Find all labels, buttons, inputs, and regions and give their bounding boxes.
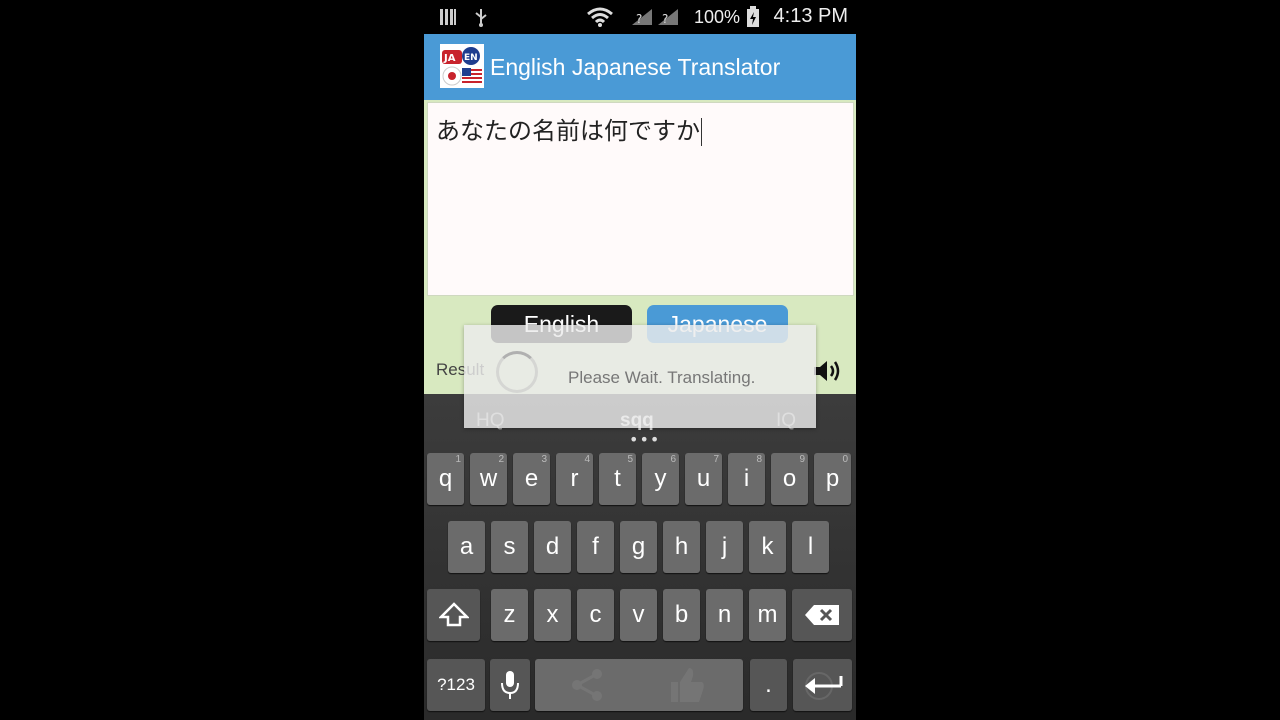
key-hint: 9 <box>799 454 805 465</box>
action-bar: JA EN English Japanese Translator <box>424 34 856 100</box>
text-caret <box>701 118 702 146</box>
speaker-icon[interactable] <box>812 358 842 384</box>
key-hint: 0 <box>842 454 848 465</box>
key-hint: 3 <box>541 454 547 465</box>
key-g[interactable]: g <box>620 521 657 573</box>
key-hint: 2 <box>498 454 504 465</box>
key-f[interactable]: f <box>577 521 614 573</box>
key-label: r <box>570 465 579 492</box>
battery-charging-icon <box>745 6 761 28</box>
key-w[interactable]: w2 <box>470 453 507 505</box>
more-suggestions-icon[interactable]: ••• <box>629 430 660 449</box>
space-bar[interactable] <box>535 659 743 711</box>
key-i[interactable]: i8 <box>728 453 765 505</box>
key-label: u <box>696 465 711 492</box>
logo-ja-text: JA <box>443 53 456 64</box>
key-v[interactable]: v <box>620 589 657 641</box>
key-e[interactable]: e3 <box>513 453 550 505</box>
thumbs-up-icon <box>671 668 704 702</box>
battery-percent: 100% <box>694 7 741 27</box>
svg-text:?: ? <box>636 12 642 26</box>
backspace-key[interactable] <box>792 589 852 641</box>
app-logo-icon: JA EN <box>440 44 484 88</box>
shift-icon <box>438 602 469 627</box>
key-hint: 5 <box>627 454 633 465</box>
key-n[interactable]: n <box>706 589 743 641</box>
translating-progress-dialog: Please Wait. Translating. <box>464 325 816 428</box>
key-q[interactable]: q1 <box>427 453 464 505</box>
wifi-icon <box>586 6 614 28</box>
key-x[interactable]: x <box>534 589 571 641</box>
key-c[interactable]: c <box>577 589 614 641</box>
period-key[interactable]: . <box>750 659 787 711</box>
app-title: English Japanese Translator <box>490 54 781 80</box>
key-h[interactable]: h <box>663 521 700 573</box>
key-label: t <box>614 465 621 492</box>
key-label: i <box>743 465 750 492</box>
key-label: p <box>825 465 840 492</box>
key-o[interactable]: o9 <box>771 453 808 505</box>
soft-keyboard: HQ sqq IQ ••• q1 w2 e3 r4 t5 y6 u7 i8 o9… <box>424 394 856 720</box>
enter-key[interactable] <box>793 659 852 711</box>
key-r[interactable]: r4 <box>556 453 593 505</box>
key-hint: 6 <box>670 454 676 465</box>
voice-input-key[interactable] <box>490 659 530 711</box>
key-s[interactable]: s <box>491 521 528 573</box>
symbols-key[interactable]: ?123 <box>427 659 485 711</box>
key-j[interactable]: j <box>706 521 743 573</box>
key-hint: 7 <box>713 454 719 465</box>
key-l[interactable]: l <box>792 521 829 573</box>
microphone-icon <box>501 671 519 699</box>
key-label: w <box>479 465 498 492</box>
progress-message: Please Wait. Translating. <box>568 368 756 387</box>
key-d[interactable]: d <box>534 521 571 573</box>
key-k[interactable]: k <box>749 521 786 573</box>
key-label: q <box>438 465 453 492</box>
enter-icon <box>804 672 842 700</box>
key-y[interactable]: y6 <box>642 453 679 505</box>
loading-spinner-icon <box>496 351 538 393</box>
logo-en-text: EN <box>464 53 478 63</box>
key-p[interactable]: p0 <box>814 453 851 505</box>
key-t[interactable]: t5 <box>599 453 636 505</box>
no-signal-icon: ? <box>656 6 680 28</box>
space-bar-watermark <box>572 668 704 702</box>
status-bar: ? ? 100% 4:13 PM <box>424 0 856 34</box>
source-text-input[interactable]: あなたの名前は何ですか <box>427 102 854 296</box>
sim-icon <box>438 6 458 28</box>
clock: 4:13 PM <box>773 5 848 27</box>
shift-key[interactable] <box>427 589 480 641</box>
phone-screen: ? ? 100% 4:13 PM JA EN English Japanese … <box>424 0 856 720</box>
no-signal-icon: ? <box>630 6 654 28</box>
source-text-value: あなたの名前は何ですか <box>436 117 700 145</box>
key-m[interactable]: m <box>749 589 786 641</box>
key-z[interactable]: z <box>491 589 528 641</box>
share-icon <box>572 669 602 701</box>
key-hint: 1 <box>455 454 461 465</box>
key-label: y <box>654 465 667 492</box>
usb-icon <box>472 6 490 28</box>
key-u[interactable]: u7 <box>685 453 722 505</box>
svg-text:?: ? <box>662 12 668 26</box>
key-label: e <box>524 465 539 492</box>
backspace-icon <box>805 605 839 625</box>
key-label: o <box>782 465 797 492</box>
key-hint: 8 <box>756 454 762 465</box>
key-hint: 4 <box>584 454 590 465</box>
key-b[interactable]: b <box>663 589 700 641</box>
key-a[interactable]: a <box>448 521 485 573</box>
